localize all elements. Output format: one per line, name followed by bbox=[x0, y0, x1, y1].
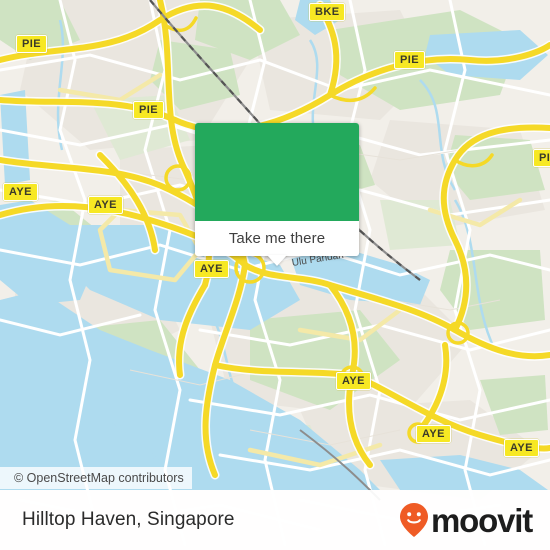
moovit-logo[interactable]: moovit bbox=[399, 501, 533, 539]
road-shield-bke[interactable]: BKE bbox=[309, 3, 346, 21]
callout-preview-image bbox=[195, 123, 359, 221]
road-shield-pie[interactable]: PIE bbox=[16, 35, 47, 53]
osm-attribution[interactable]: © OpenStreetMap contributors bbox=[0, 467, 192, 489]
moovit-wordmark: moovit bbox=[431, 501, 533, 539]
road-shield-aye[interactable]: AYE bbox=[336, 372, 371, 390]
map-screenshot-page: BKE PIE PIE PIE PIE AYE AYE AYE AYE AYE … bbox=[0, 0, 550, 550]
take-me-there-button[interactable]: Take me there bbox=[195, 221, 359, 256]
road-shield-aye[interactable]: AYE bbox=[3, 183, 38, 201]
road-shield-aye[interactable]: AYE bbox=[416, 425, 451, 443]
road-shield-pie[interactable]: PIE bbox=[394, 51, 425, 69]
road-shield-pie[interactable]: PIE bbox=[133, 101, 164, 119]
road-shield-aye[interactable]: AYE bbox=[504, 439, 539, 457]
page-title: Hilltop Haven, Singapore bbox=[22, 509, 235, 530]
map-pin-smiley-icon bbox=[400, 503, 429, 537]
road-shield-aye[interactable]: AYE bbox=[88, 196, 123, 214]
road-shield-aye[interactable]: AYE bbox=[194, 260, 229, 278]
location-callout[interactable]: Take me there bbox=[195, 123, 359, 266]
footer-bar: Hilltop Haven, Singapore moovit bbox=[0, 490, 550, 550]
callout-pointer-tail bbox=[267, 255, 287, 266]
road-shield-pie[interactable]: PIE bbox=[533, 149, 550, 167]
